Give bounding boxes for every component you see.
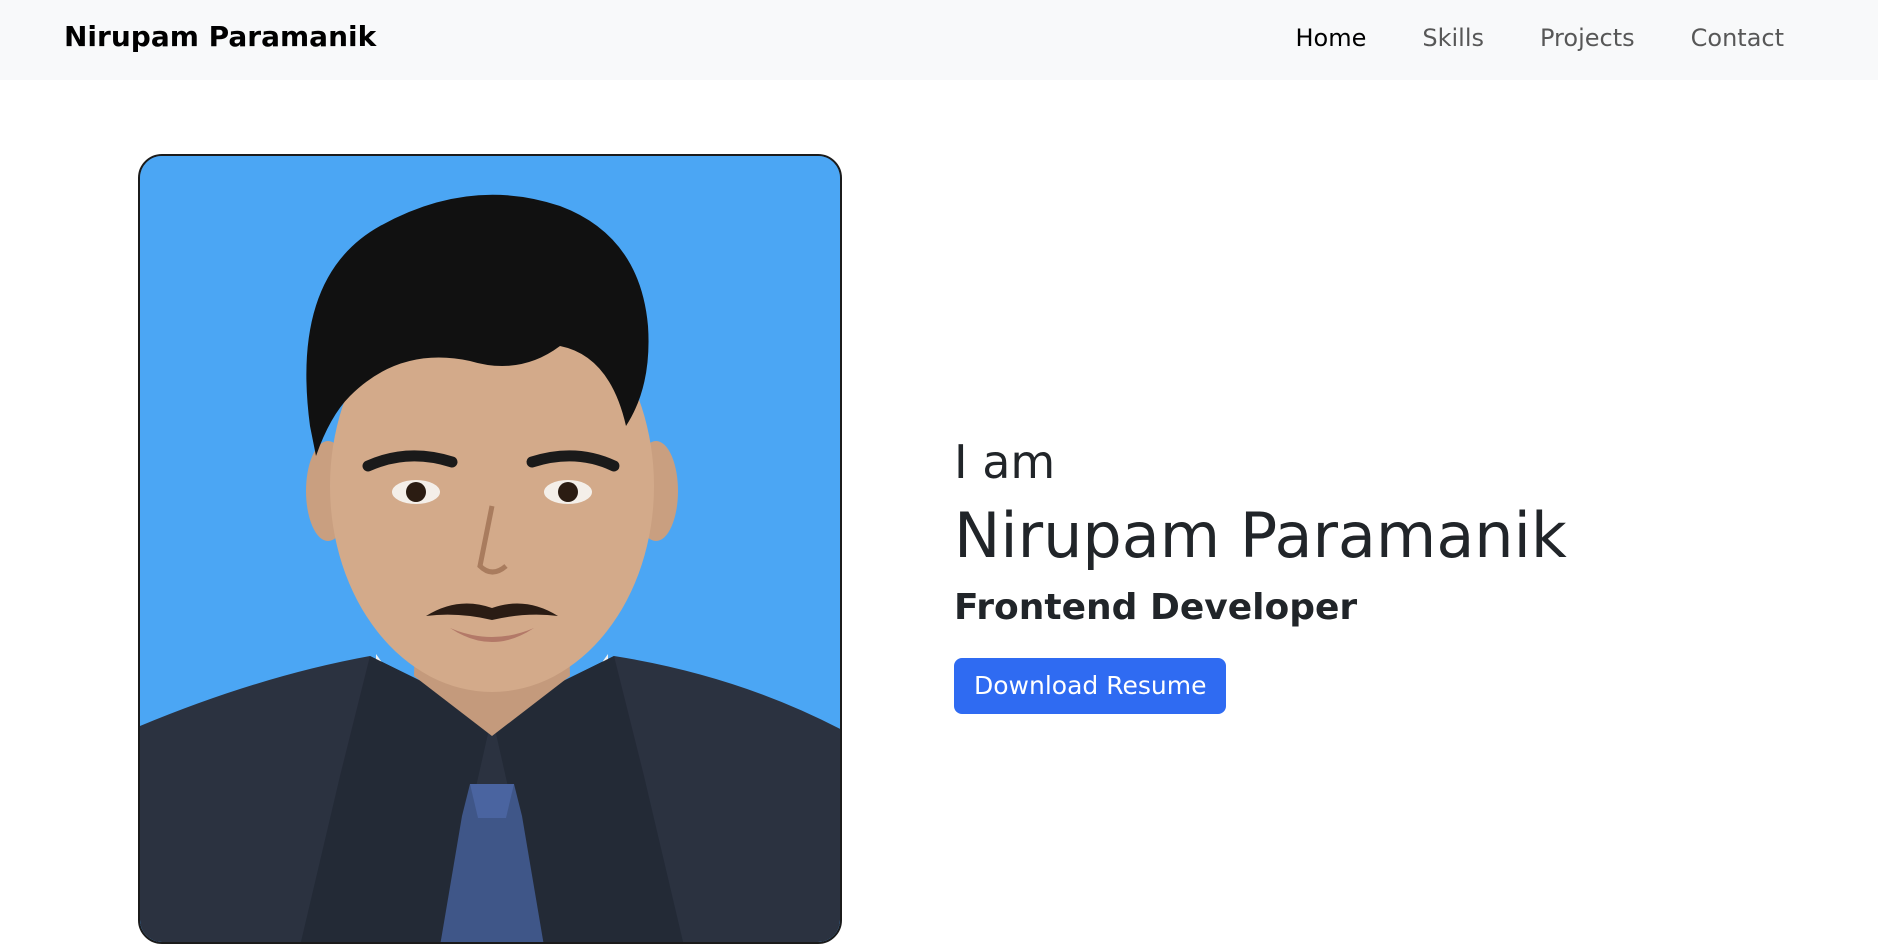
hero-greeting: I am xyxy=(954,435,1056,489)
nav-link-home[interactable]: Home xyxy=(1267,20,1394,56)
brand-link[interactable]: Nirupam Paramanik xyxy=(64,20,376,53)
nav-link-contact[interactable]: Contact xyxy=(1663,20,1784,56)
hero-name: Nirupam Paramanik xyxy=(954,499,1567,572)
nav-link-projects[interactable]: Projects xyxy=(1512,20,1663,56)
profile-photo xyxy=(138,154,842,944)
nav-link-skills[interactable]: Skills xyxy=(1394,20,1512,56)
download-resume-button[interactable]: Download Resume xyxy=(954,658,1227,714)
hero-intro: I am Nirupam Paramanik Frontend Develope… xyxy=(954,432,1834,714)
profile-portrait-illustration xyxy=(140,156,840,942)
navbar: Nirupam Paramanik Home Skills Projects C… xyxy=(0,0,1878,80)
hero-role: Frontend Developer xyxy=(954,587,1358,628)
nav-links: Home Skills Projects Contact xyxy=(1267,20,1784,56)
